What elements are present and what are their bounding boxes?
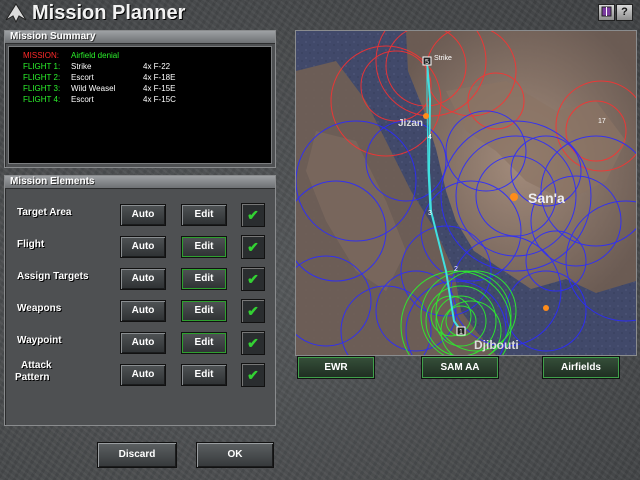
edit-button[interactable]: Edit	[181, 236, 227, 258]
mission-element-row: Assign Targets Auto Edit ✔	[5, 264, 281, 294]
ewr-button[interactable]: EWR	[297, 356, 375, 379]
mission-element-label: Assign Targets	[17, 271, 89, 282]
waypoint-label-4: 4	[428, 134, 432, 141]
checkmark-icon[interactable]: ✔	[241, 299, 265, 323]
summary-aircraft: 4x F-18E	[143, 73, 176, 82]
checkmark-icon[interactable]: ✔	[241, 203, 265, 227]
theater-map[interactable]: 5 4 3 2 1 Strike 17 Jizan San'a Djibouti	[280, 5, 640, 382]
help-button[interactable]: ?	[616, 4, 633, 21]
flight-row: FLIGHT 1: Strike 4x F-22	[9, 62, 271, 72]
strike-label: Strike	[434, 55, 452, 62]
checkmark-icon[interactable]: ✔	[241, 363, 265, 387]
checkmark-icon[interactable]: ✔	[241, 331, 265, 355]
mission-elements-header: Mission Elements	[5, 176, 275, 189]
summary-role: Escort	[71, 95, 94, 104]
edit-button[interactable]: Edit	[181, 300, 227, 322]
mission-summary-header: Mission Summary	[5, 31, 275, 44]
summary-label: FLIGHT 4:	[23, 95, 61, 104]
summary-aircraft: 4x F-15E	[143, 84, 176, 93]
auto-button[interactable]: Auto	[120, 236, 166, 258]
edit-button[interactable]: Edit	[181, 268, 227, 290]
auto-button[interactable]: Auto	[120, 300, 166, 322]
summary-role: Strike	[71, 62, 92, 71]
edit-button[interactable]: Edit	[181, 332, 227, 354]
discard-button[interactable]: Discard	[97, 442, 177, 468]
sam-aa-button[interactable]: SAM AA	[421, 356, 499, 379]
edit-button[interactable]: Edit	[181, 204, 227, 226]
mission-element-row: Waypoint Auto Edit ✔	[5, 328, 281, 358]
book-icon	[601, 6, 612, 17]
waypoint-label-5: 5	[425, 59, 429, 66]
city-label-jizan: Jizan	[398, 118, 423, 129]
summary-role: Airfield denial	[71, 51, 120, 60]
mission-element-label: Target Area	[17, 207, 72, 218]
summary-aircraft: 4x F-22	[143, 62, 171, 71]
summary-aircraft: 4x F-15C	[143, 95, 176, 104]
mission-element-label: Weapons	[17, 303, 62, 314]
mission-elements-panel: Mission Elements Target Area Auto Edit ✔ Fli…	[4, 175, 276, 426]
flight-row: FLIGHT 2: Escort 4x F-18E	[9, 73, 271, 83]
summary-label: FLIGHT 1:	[23, 62, 61, 71]
mission-summary-list: MISSION: Airfield denial FLIGHT 1: Strike 4x…	[8, 46, 272, 164]
mission-element-label-line: Pattern	[15, 372, 50, 383]
mission-element-label-line: Attack	[21, 360, 52, 371]
mission-element-row: Attack Pattern Auto Edit ✔	[5, 360, 281, 390]
mission-elements-list: Target Area Auto Edit ✔ Flight Auto Edit ✔ Assig…	[5, 190, 275, 420]
mission-row: MISSION: Airfield denial	[9, 51, 271, 61]
waypoint-label-2: 2	[454, 266, 458, 273]
summary-role: Wild Weasel	[71, 84, 116, 93]
city-label-sanaa: San'a	[528, 190, 565, 206]
mission-element-row: Weapons Auto Edit ✔	[5, 296, 281, 326]
map-view[interactable]: 5 4 3 2 1 Strike 17 Jizan San'a Djibouti	[280, 5, 640, 382]
app-logo-icon	[5, 3, 27, 24]
waypoint-label-1: 1	[459, 329, 463, 336]
auto-button[interactable]: Auto	[120, 332, 166, 354]
summary-label: FLIGHT 2:	[23, 73, 61, 82]
mission-summary-panel: Mission Summary MISSION: Airfield denial F…	[4, 30, 276, 168]
flight-row: FLIGHT 3: Wild Weasel 4x F-15E	[9, 84, 271, 94]
mission-element-row: Flight Auto Edit ✔	[5, 232, 281, 262]
flight-row: FLIGHT 4: Escort 4x F-15C	[9, 95, 271, 105]
book-icon-button[interactable]	[598, 4, 615, 21]
edit-button[interactable]: Edit	[181, 364, 227, 386]
mission-element-label: Waypoint	[17, 335, 62, 346]
waypoint-label-3: 3	[428, 210, 432, 217]
mission-element-label: Attack Pattern	[15, 360, 52, 384]
auto-button[interactable]: Auto	[120, 268, 166, 290]
summary-label: FLIGHT 3:	[23, 84, 61, 93]
mission-element-row: Target Area Auto Edit ✔	[5, 200, 281, 230]
checkmark-icon[interactable]: ✔	[241, 235, 265, 259]
auto-button[interactable]: Auto	[120, 204, 166, 226]
title-bar: Mission Planner ?	[0, 0, 640, 26]
airfields-button[interactable]: Airfields	[542, 356, 620, 379]
auto-button[interactable]: Auto	[120, 364, 166, 386]
summary-role: Escort	[71, 73, 94, 82]
marker-17-label: 17	[598, 118, 606, 125]
city-label-djibouti: Djibouti	[474, 338, 519, 352]
ok-button[interactable]: OK	[196, 442, 274, 468]
page-title: Mission Planner	[32, 2, 186, 24]
checkmark-icon[interactable]: ✔	[241, 267, 265, 291]
summary-label: MISSION:	[23, 51, 60, 60]
mission-element-label: Flight	[17, 239, 45, 250]
